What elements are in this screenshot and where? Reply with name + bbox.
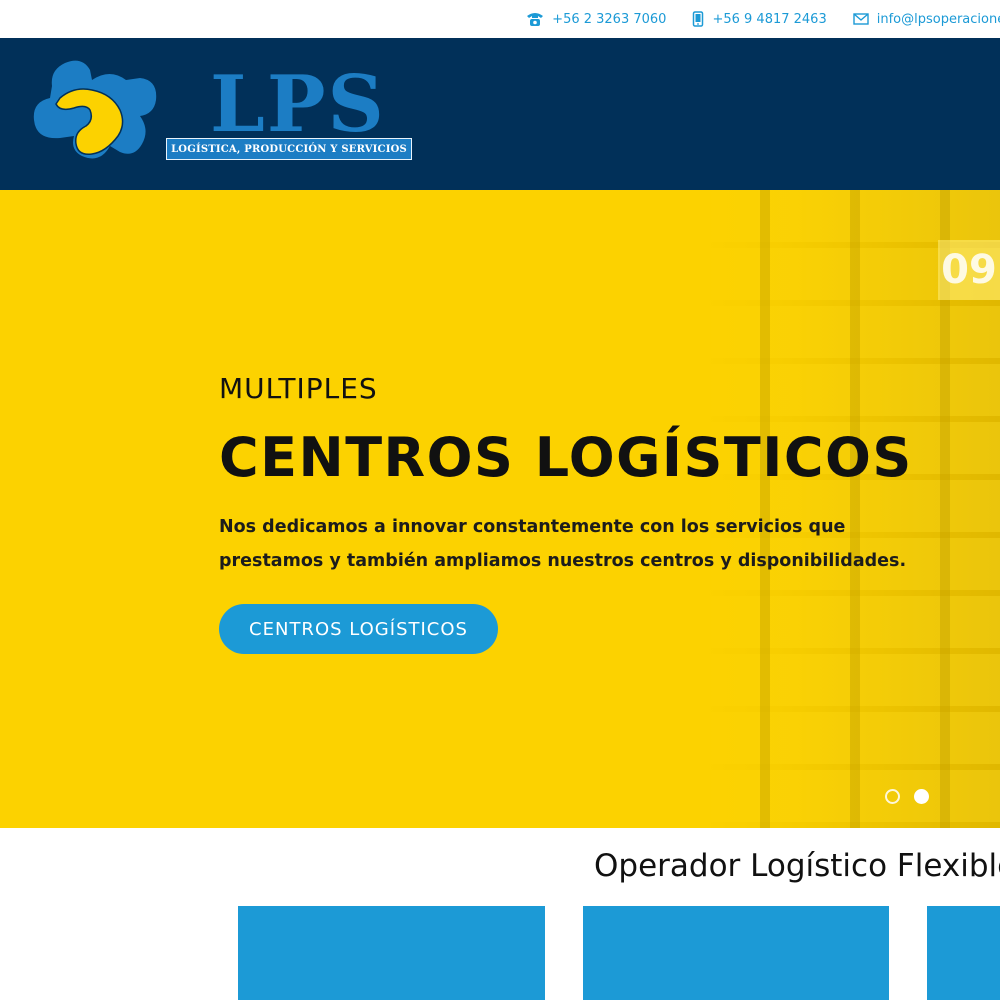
contact-phone[interactable]: +56 2 3263 7060	[526, 11, 666, 27]
hero-eyebrow: MULTIPLES	[219, 372, 378, 405]
logo-tagline: LOGÍSTICA, PRODUCCIÓN Y SERVICIOS	[166, 138, 412, 160]
mobile-number: +56 9 4817 2463	[712, 11, 827, 27]
rack-post	[760, 190, 770, 828]
contact-bar: +56 2 3263 7060 +56 9 4817 2463 info@lps…	[0, 0, 1000, 38]
lps-logo-mark-icon[interactable]	[30, 58, 160, 173]
email-icon	[853, 13, 869, 25]
telephone-icon	[527, 13, 544, 26]
site-header: LPS LOGÍSTICA, PRODUCCIÓN Y SERVICIOS	[0, 38, 1000, 190]
slider-dot-2-active[interactable]	[914, 789, 929, 804]
hero-slider: 09 MULTIPLES CENTROS LOGÍSTICOS Nos dedi…	[0, 190, 1000, 828]
hero-description: Nos dedicamos a innovar constantemente c…	[219, 517, 907, 571]
contact-email[interactable]: info@lpsoperaciones	[853, 12, 1000, 27]
service-card-3[interactable]	[927, 906, 1000, 1000]
email-address: info@lpsoperaciones	[876, 11, 1000, 27]
mobile-phone-icon	[693, 11, 704, 27]
slider-pagination	[885, 789, 943, 804]
slider-dot-1[interactable]	[885, 789, 900, 804]
warehouse-photo: 09	[700, 190, 1000, 828]
service-card-1[interactable]	[238, 906, 545, 1000]
section-title: Operador Logístico Flexible	[594, 848, 1000, 884]
phone-number: +56 2 3263 7060	[552, 11, 667, 27]
hero-title: CENTROS LOGÍSTICOS	[219, 426, 913, 489]
centros-logisticos-button[interactable]: CENTROS LOGÍSTICOS	[219, 604, 498, 654]
warehouse-aisle-sign: 09	[938, 240, 1000, 300]
logo-wordmark[interactable]: LPS	[210, 66, 386, 144]
rack-post	[850, 190, 860, 828]
contact-mobile[interactable]: +56 9 4817 2463	[692, 11, 827, 27]
service-card-2[interactable]	[583, 906, 889, 1000]
